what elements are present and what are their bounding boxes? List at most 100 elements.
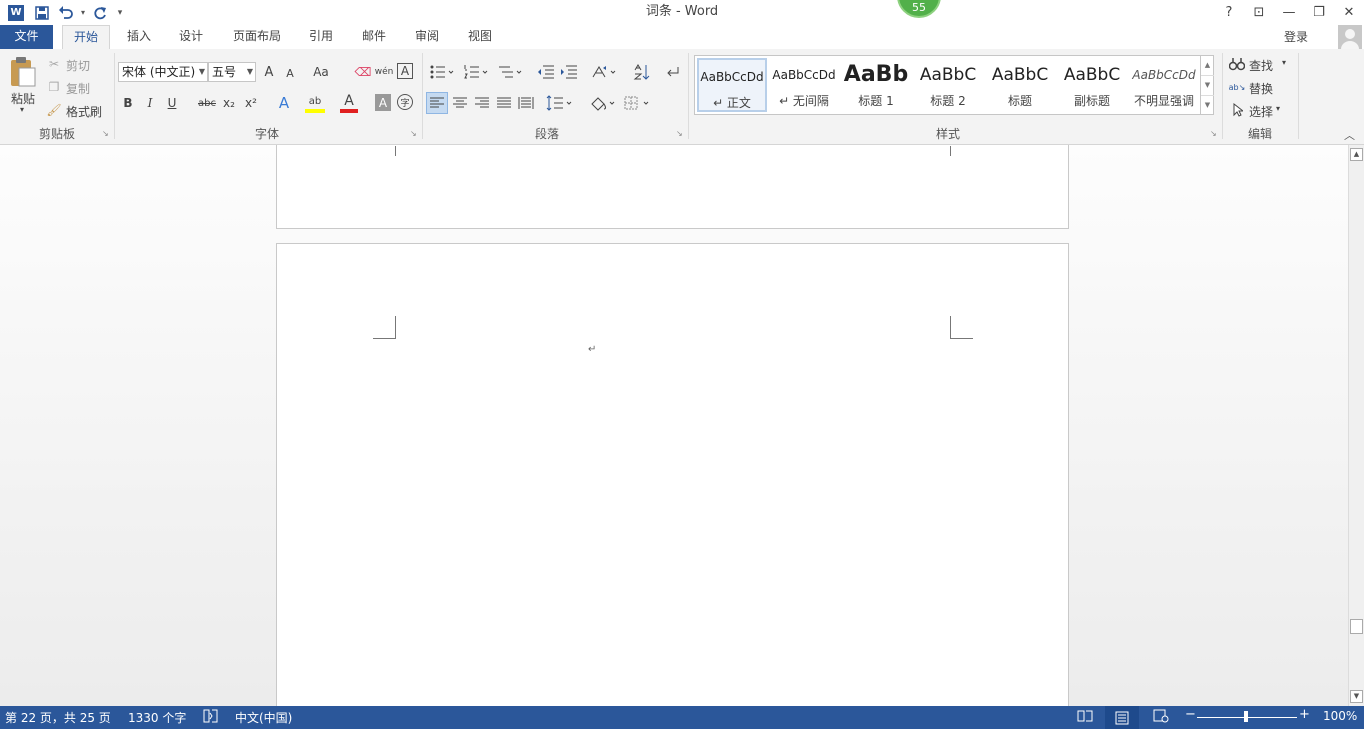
tab-view[interactable]: 视图 bbox=[461, 25, 499, 49]
help-button[interactable]: ? bbox=[1214, 0, 1244, 25]
tab-mailings[interactable]: 邮件 bbox=[355, 25, 393, 49]
clear-formatting-icon[interactable]: ⌫ bbox=[354, 63, 372, 81]
font-color-icon[interactable]: A bbox=[340, 93, 358, 113]
tab-file[interactable]: 文件 bbox=[0, 25, 53, 49]
scroll-thumb[interactable] bbox=[1350, 619, 1363, 634]
login-link[interactable]: 登录 bbox=[1284, 28, 1308, 45]
scroll-up-icon[interactable]: ▲ bbox=[1350, 148, 1363, 161]
chinese-layout-icon[interactable] bbox=[590, 62, 618, 82]
character-border-icon[interactable]: A bbox=[397, 63, 413, 79]
word-count[interactable]: 1330 个字 bbox=[128, 709, 186, 726]
select-dropdown-icon[interactable]: ▾ bbox=[1276, 104, 1280, 113]
find-button[interactable]: 查找 bbox=[1249, 57, 1273, 74]
word-logo-icon[interactable]: W bbox=[8, 4, 24, 21]
change-case-icon[interactable]: Aa bbox=[309, 63, 333, 81]
copy-icon[interactable]: ❐ bbox=[47, 80, 61, 94]
paste-dropdown-icon[interactable]: ▾ bbox=[20, 105, 24, 114]
underline-button[interactable]: U bbox=[164, 94, 180, 112]
multilevel-list-icon[interactable] bbox=[496, 62, 524, 82]
close-button[interactable]: ✕ bbox=[1334, 0, 1364, 25]
web-layout-icon[interactable] bbox=[1153, 709, 1169, 726]
read-mode-icon[interactable] bbox=[1077, 709, 1093, 726]
undo-icon[interactable] bbox=[54, 1, 78, 25]
redo-icon[interactable] bbox=[88, 1, 112, 25]
borders-icon[interactable] bbox=[622, 92, 652, 114]
restore-button[interactable]: ❐ bbox=[1304, 0, 1334, 25]
clipboard-launcher-icon[interactable]: ↘ bbox=[102, 129, 109, 138]
vertical-scrollbar[interactable]: ▲ ▼ bbox=[1348, 145, 1364, 706]
save-icon[interactable] bbox=[30, 1, 54, 25]
select-pointer-icon[interactable] bbox=[1231, 102, 1245, 118]
font-launcher-icon[interactable]: ↘ bbox=[410, 129, 417, 138]
shading-icon[interactable] bbox=[588, 92, 618, 114]
font-size-combo[interactable]: 五号 ▼ bbox=[208, 62, 256, 82]
customize-qat-icon[interactable]: ▾ bbox=[112, 1, 128, 25]
cut-button[interactable]: 剪切 bbox=[66, 57, 90, 74]
italic-button[interactable]: I bbox=[142, 94, 158, 112]
line-spacing-icon[interactable] bbox=[545, 92, 575, 114]
justify-button[interactable] bbox=[493, 92, 515, 114]
style-subtitle[interactable]: AaBbC 副标题 bbox=[1057, 58, 1127, 112]
bullets-icon[interactable] bbox=[428, 62, 456, 82]
style-normal[interactable]: AaBbCcDd ↵ 正文 bbox=[697, 58, 767, 112]
tab-references[interactable]: 引用 bbox=[302, 25, 340, 49]
tab-home[interactable]: 开始 bbox=[62, 25, 110, 50]
find-dropdown-icon[interactable]: ▾ bbox=[1282, 58, 1286, 67]
align-center-button[interactable] bbox=[449, 92, 471, 114]
superscript-button[interactable]: x² bbox=[242, 94, 260, 112]
shrink-font-icon[interactable]: A bbox=[282, 65, 298, 81]
align-left-button[interactable] bbox=[426, 92, 448, 114]
replace-button[interactable]: 替换 bbox=[1249, 80, 1273, 97]
style-subtle-emphasis[interactable]: AaBbCcDd 不明显强调 bbox=[1129, 58, 1199, 112]
tab-insert[interactable]: 插入 bbox=[120, 25, 158, 49]
bold-button[interactable]: B bbox=[120, 94, 136, 112]
collapse-ribbon-icon[interactable]: ︿ bbox=[1344, 127, 1355, 143]
zoom-out-button[interactable]: − bbox=[1185, 707, 1196, 722]
font-name-combo[interactable]: 宋体 (中文正) ▼ bbox=[118, 62, 208, 82]
page-count[interactable]: 第 22 页，共 25 页 bbox=[5, 709, 111, 726]
sort-icon[interactable] bbox=[632, 62, 652, 82]
zoom-in-button[interactable]: + bbox=[1299, 707, 1310, 722]
paste-icon[interactable] bbox=[6, 55, 40, 89]
print-layout-view[interactable] bbox=[1105, 706, 1139, 729]
increase-indent-icon[interactable] bbox=[559, 62, 579, 82]
decrease-indent-icon[interactable] bbox=[536, 62, 556, 82]
style-heading-1[interactable]: AaBb 标题 1 bbox=[841, 58, 911, 112]
proofing-icon[interactable] bbox=[203, 709, 219, 726]
subscript-button[interactable]: x₂ bbox=[220, 94, 238, 112]
tab-page-layout[interactable]: 页面布局 bbox=[224, 25, 290, 49]
minimize-button[interactable]: — bbox=[1274, 0, 1304, 25]
scroll-down-icon[interactable]: ▼ bbox=[1350, 690, 1363, 703]
zoom-level[interactable]: 100% bbox=[1323, 709, 1357, 723]
highlight-color-icon[interactable]: ab bbox=[305, 93, 325, 113]
select-button[interactable]: 选择 bbox=[1249, 103, 1273, 120]
cut-icon[interactable]: ✂ bbox=[47, 57, 61, 71]
enclose-characters-icon[interactable]: 字 bbox=[397, 94, 413, 110]
styles-launcher-icon[interactable]: ↘ bbox=[1210, 129, 1217, 138]
phonetic-guide-icon[interactable]: wén bbox=[375, 62, 394, 82]
format-painter-icon[interactable]: 🖌 bbox=[46, 103, 61, 117]
text-effects-icon[interactable]: A bbox=[274, 93, 294, 113]
find-icon[interactable] bbox=[1229, 56, 1245, 72]
avatar[interactable] bbox=[1338, 25, 1362, 49]
replace-icon[interactable]: ab↘ bbox=[1229, 79, 1246, 95]
tab-design[interactable]: 设计 bbox=[172, 25, 210, 49]
character-shading-icon[interactable]: A bbox=[375, 94, 391, 111]
document-area[interactable]: ↵ bbox=[0, 145, 1348, 706]
show-hide-marks-icon[interactable] bbox=[664, 62, 682, 82]
grow-font-icon[interactable]: A bbox=[260, 63, 278, 81]
paragraph-launcher-icon[interactable]: ↘ bbox=[676, 129, 683, 138]
document-page[interactable]: ↵ bbox=[276, 243, 1069, 706]
zoom-slider-thumb[interactable] bbox=[1244, 711, 1248, 722]
language-indicator[interactable]: 中文(中国) bbox=[235, 709, 292, 726]
more-styles-icon[interactable]: ▼ bbox=[1201, 95, 1214, 114]
chevron-down-icon[interactable]: ▼ bbox=[1201, 75, 1214, 95]
style-title[interactable]: AaBbC 标题 bbox=[985, 58, 1055, 112]
style-heading-2[interactable]: AaBbC 标题 2 bbox=[913, 58, 983, 112]
numbering-icon[interactable] bbox=[462, 62, 490, 82]
format-painter-button[interactable]: 格式刷 bbox=[66, 103, 102, 120]
copy-button[interactable]: 复制 bbox=[66, 80, 90, 97]
distributed-button[interactable] bbox=[515, 92, 537, 114]
align-right-button[interactable] bbox=[471, 92, 493, 114]
strikethrough-button[interactable]: abc bbox=[196, 94, 218, 112]
